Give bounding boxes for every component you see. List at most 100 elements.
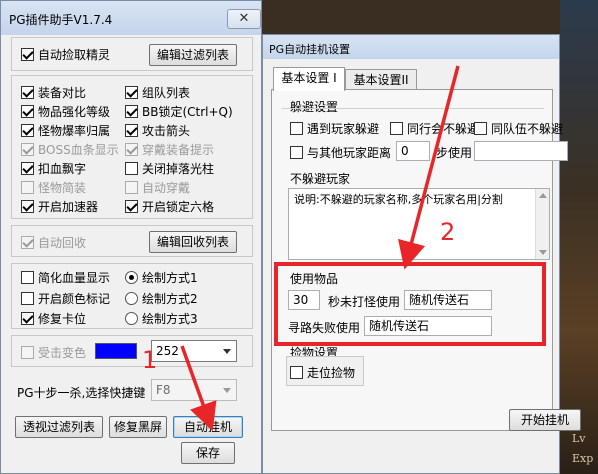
avoid-players-checkbox[interactable]: 遇到玩家躲避 <box>290 120 379 137</box>
option-box-0[interactable] <box>21 86 34 99</box>
draw-mode-3-dot[interactable] <box>125 312 138 325</box>
option-checkbox-10[interactable]: 怪物简装 <box>21 179 86 196</box>
option-box-1[interactable] <box>125 86 138 99</box>
simplify-hp-box[interactable] <box>21 271 34 284</box>
hit-color-checkbox[interactable]: 受击变色 <box>21 344 86 361</box>
draw-mode-2-radio[interactable]: 绘制方式2 <box>125 290 198 307</box>
option-box-8[interactable] <box>21 162 34 175</box>
team-no-avoid-box[interactable] <box>474 122 487 135</box>
option-checkbox-3[interactable]: BB锁定(Ctrl+Q) <box>125 103 233 120</box>
auto-pickup-checkbox[interactable]: 自动捡取精灵 <box>21 46 110 63</box>
guild-no-avoid-checkbox[interactable]: 同行会不躲避 <box>390 120 479 137</box>
edit-recycle-list-button[interactable]: 编辑回收列表 <box>149 231 237 253</box>
option-checkbox-4[interactable]: 怪物爆率归属 <box>21 122 110 139</box>
option-box-13[interactable] <box>125 200 138 213</box>
option-box-6[interactable] <box>21 143 34 156</box>
option-box-7[interactable] <box>125 143 138 156</box>
game-lv-label: Lv <box>572 432 586 445</box>
chevron-down-icon <box>223 349 231 354</box>
guild-no-avoid-box[interactable] <box>390 122 403 135</box>
draw-mode-1-label: 绘制方式1 <box>142 271 198 285</box>
scroll-up-icon[interactable] <box>539 193 547 198</box>
player-distance-checkbox[interactable]: 与其他玩家距离 <box>290 144 391 161</box>
auto-recycle-box[interactable] <box>21 236 34 249</box>
option-box-11[interactable] <box>125 181 138 194</box>
scrollbar[interactable] <box>535 189 549 259</box>
walk-pickup-label: 走位捡物 <box>307 366 356 380</box>
tab-basic-1[interactable]: 基本设置 I <box>273 67 345 91</box>
auto-recycle-checkbox[interactable]: 自动回收 <box>21 234 86 251</box>
repair-stuck-box[interactable] <box>21 312 34 325</box>
player-distance-input[interactable]: 0 <box>396 141 430 161</box>
simplify-hp-label: 简化血量显示 <box>38 271 111 285</box>
auto-pickup-label: 自动捡取精灵 <box>38 48 111 62</box>
hit-color-select[interactable]: 252 <box>151 340 237 362</box>
option-label-9: 关闭掉落光柱 <box>142 162 215 176</box>
window1-titlebar: PG插件助手V1.7.4 <box>1 1 261 35</box>
walk-pickup-checkbox[interactable]: 走位捡物 <box>290 364 355 381</box>
annotation-2: 2 <box>440 218 456 246</box>
tab-basic-2[interactable]: 基本设置II <box>345 69 417 91</box>
game-background: Lv Exp <box>560 0 598 474</box>
color-mark-checkbox[interactable]: 开启颜色标记 <box>21 290 110 307</box>
option-checkbox-5[interactable]: 攻击箭头 <box>125 122 190 139</box>
option-box-3[interactable] <box>125 105 138 118</box>
draw-mode-3-label: 绘制方式3 <box>142 312 198 326</box>
option-checkbox-2[interactable]: 物品强化等级 <box>21 103 110 120</box>
auto-recycle-label: 自动回收 <box>38 236 87 250</box>
option-box-5[interactable] <box>125 124 138 137</box>
option-box-4[interactable] <box>21 124 34 137</box>
option-checkbox-13[interactable]: 开启锁定六格 <box>125 198 214 215</box>
color-mark-box[interactable] <box>21 292 34 305</box>
chevron-down-icon <box>223 388 231 393</box>
window1-title: PG插件助手V1.7.4 <box>9 13 113 27</box>
option-label-3: BB锁定(Ctrl+Q) <box>142 105 233 119</box>
walk-pickup-box[interactable] <box>290 366 303 379</box>
option-checkbox-6[interactable]: BOSS血条显示 <box>21 141 119 158</box>
option-box-10[interactable] <box>21 181 34 194</box>
no-avoid-note: 说明:不躲避的玩家名称,多个玩家名用|分割 <box>294 193 503 206</box>
distance-item-input[interactable] <box>474 141 568 161</box>
avoid-players-box[interactable] <box>290 122 303 135</box>
start-hook-button[interactable]: 开始挂机 <box>509 409 581 431</box>
option-checkbox-7[interactable]: 穿戴装备提示 <box>125 141 214 158</box>
edit-filter-list-button[interactable]: 编辑过滤列表 <box>149 44 237 66</box>
window2-titlebar: PG自动挂机设置 <box>263 35 559 59</box>
draw-mode-1-dot[interactable] <box>125 271 138 284</box>
option-checkbox-12[interactable]: 开启加速器 <box>21 198 98 215</box>
draw-mode-2-dot[interactable] <box>125 292 138 305</box>
player-distance-box[interactable] <box>290 146 303 159</box>
no-avoid-players-textarea[interactable]: 说明:不躲避的玩家名称,多个玩家名用|分割 <box>288 188 550 260</box>
scroll-down-icon[interactable] <box>539 250 547 255</box>
avoid-divider <box>282 108 544 109</box>
draw-mode-2-label: 绘制方式2 <box>142 292 198 306</box>
option-checkbox-8[interactable]: 扣血飘字 <box>21 160 86 177</box>
auto-hook-button[interactable]: 自动挂机 <box>173 416 243 438</box>
auto-hook-settings-window: PG自动挂机设置 基本设置 I 基本设置II 躲避设置 遇到玩家躲避 同行会不躲… <box>262 34 581 474</box>
draw-mode-3-radio[interactable]: 绘制方式3 <box>125 310 198 327</box>
option-checkbox-1[interactable]: 组队列表 <box>125 84 190 101</box>
team-no-avoid-label: 同队伍不躲避 <box>491 122 564 136</box>
option-label-5: 攻击箭头 <box>142 124 191 138</box>
repair-black-screen-button[interactable]: 修复黑屏 <box>109 416 167 438</box>
repair-stuck-checkbox[interactable]: 修复卡位 <box>21 310 86 327</box>
option-checkbox-9[interactable]: 关闭掉落光柱 <box>125 160 214 177</box>
filter-list-button[interactable]: 透视过滤列表 <box>15 416 103 438</box>
option-box-12[interactable] <box>21 200 34 213</box>
hit-color-swatch[interactable] <box>95 343 137 359</box>
draw-mode-1-radio[interactable]: 绘制方式1 <box>125 269 198 286</box>
steps-use-label: 步使用 <box>436 146 473 160</box>
hotkey-select[interactable]: F8 <box>151 379 237 401</box>
window1-close-button[interactable]: ✕ <box>227 9 261 29</box>
highlight-box <box>274 262 546 346</box>
team-no-avoid-checkbox[interactable]: 同队伍不躲避 <box>474 120 563 137</box>
hit-color-box[interactable] <box>21 346 34 359</box>
save-button[interactable]: 保存 <box>181 442 235 464</box>
option-checkbox-0[interactable]: 装备对比 <box>21 84 86 101</box>
simplify-hp-checkbox[interactable]: 简化血量显示 <box>21 269 110 286</box>
option-checkbox-11[interactable]: 自动穿戴 <box>125 179 190 196</box>
auto-pickup-box[interactable] <box>21 48 34 61</box>
option-box-9[interactable] <box>125 162 138 175</box>
hit-color-label: 受击变色 <box>38 346 87 360</box>
option-box-2[interactable] <box>21 105 34 118</box>
